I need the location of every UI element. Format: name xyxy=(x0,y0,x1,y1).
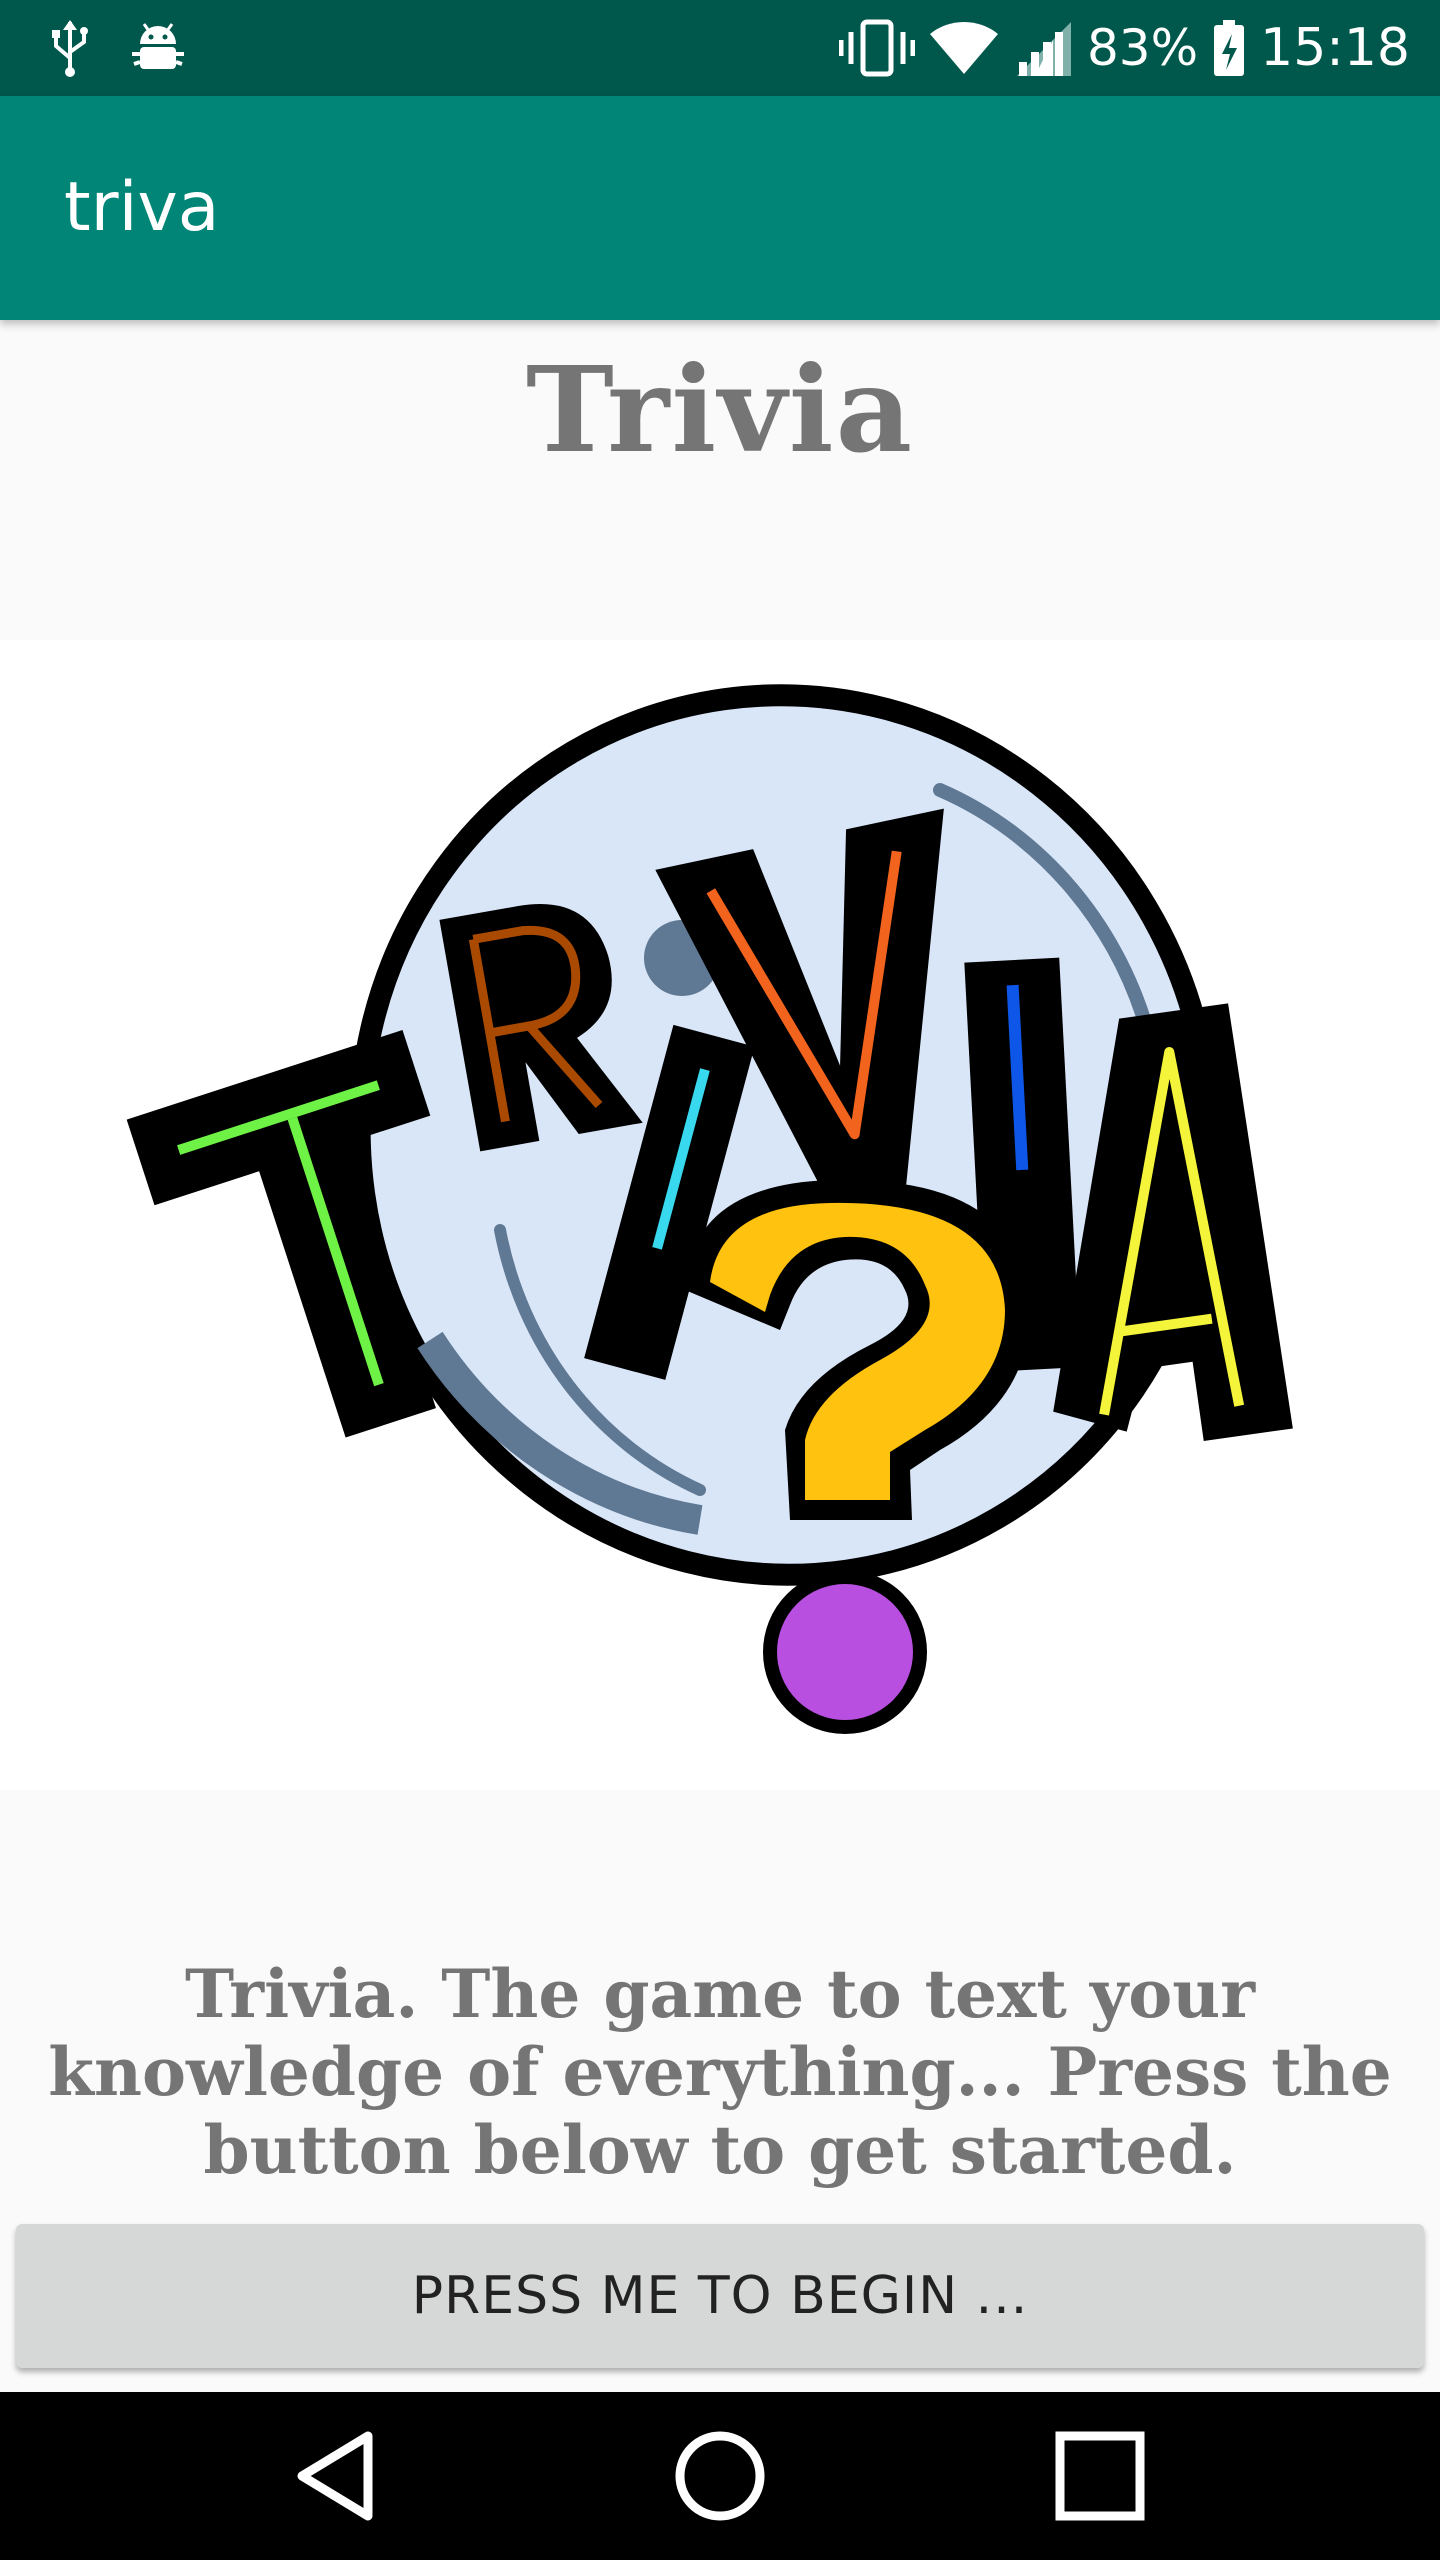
app-title: triva xyxy=(64,168,220,247)
logo-dot xyxy=(763,1570,927,1734)
home-icon[interactable] xyxy=(660,2416,780,2536)
navigation-bar xyxy=(0,2392,1440,2560)
description-text: Trivia. The game to text your knowledge … xyxy=(48,1955,1392,2189)
usb-icon xyxy=(52,20,88,77)
signal-icon xyxy=(1017,22,1071,76)
vibrate-icon xyxy=(839,19,915,77)
android-debug-icon xyxy=(132,23,184,69)
trivia-logo-graphic xyxy=(126,684,1293,1734)
begin-button[interactable]: PRESS ME TO BEGIN ... xyxy=(16,2224,1424,2368)
clock: 15:18 xyxy=(1260,18,1410,78)
app-bar: triva xyxy=(0,96,1440,320)
trivia-logo-image xyxy=(0,640,1440,1790)
status-icons-left xyxy=(50,18,186,78)
page-title: Trivia xyxy=(525,340,915,479)
back-icon[interactable] xyxy=(280,2416,400,2536)
wifi-icon xyxy=(930,21,998,74)
battery-percent: 83% xyxy=(1087,19,1199,77)
recents-icon[interactable] xyxy=(1040,2416,1160,2536)
status-bar: 83% 15:18 xyxy=(0,0,1440,96)
battery-charging-icon xyxy=(1214,20,1245,76)
status-icons-right: 83% 15:18 xyxy=(839,12,1410,84)
